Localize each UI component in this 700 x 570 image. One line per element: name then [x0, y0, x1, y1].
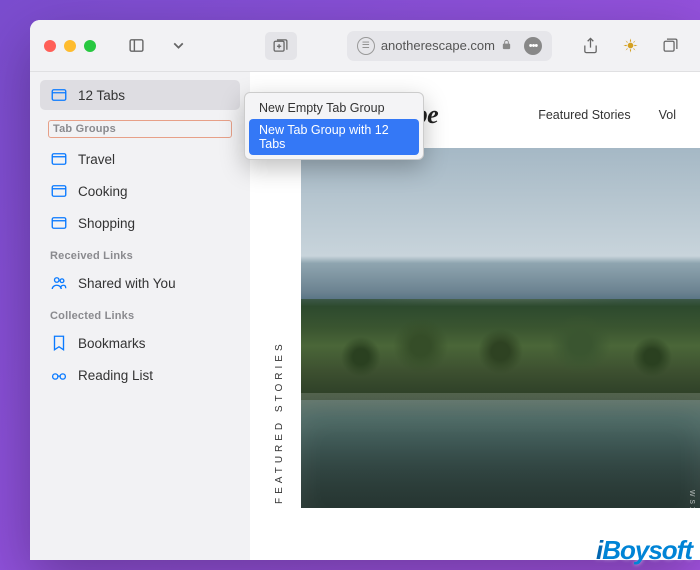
sidebar-section-received: Received Links	[40, 240, 240, 266]
window-icon	[50, 182, 68, 200]
people-icon	[50, 274, 68, 292]
sidebar-item-label: Cooking	[78, 184, 128, 199]
sidebar-item-label: Shopping	[78, 216, 135, 231]
nav-volumes[interactable]: Vol	[659, 108, 676, 122]
sidebar: 12 Tabs Tab Groups Travel Cooking Shoppi…	[30, 72, 250, 560]
sidebar-item-cooking[interactable]: Cooking	[40, 176, 240, 206]
sidebar-item-tabs[interactable]: 12 Tabs	[40, 80, 240, 110]
toolbar: ☰ anotherescape.com •••	[30, 20, 700, 72]
menu-new-empty-group[interactable]: New Empty Tab Group	[249, 97, 419, 119]
menu-new-group-with-tabs[interactable]: New Tab Group with 12 Tabs	[249, 119, 419, 155]
watermark: iBoysoft	[596, 535, 692, 566]
more-icon[interactable]: •••	[524, 37, 542, 55]
browser-window: ☰ anotherescape.com •••	[30, 20, 700, 560]
glasses-icon	[50, 366, 68, 384]
lock-icon	[501, 38, 512, 53]
tab-group-context-menu: New Empty Tab Group New Tab Group with 1…	[244, 92, 424, 160]
url-text: anotherescape.com	[381, 38, 495, 53]
window-icon	[50, 150, 68, 168]
new-tab-button[interactable]	[614, 32, 646, 60]
window-icon	[50, 214, 68, 232]
sidebar-item-label: Bookmarks	[78, 336, 146, 351]
chevron-down-icon[interactable]	[162, 32, 194, 60]
address-bar[interactable]: ☰ anotherescape.com •••	[347, 31, 552, 61]
sidebar-item-label: Shared with You	[78, 276, 176, 291]
maximize-window-button[interactable]	[84, 40, 96, 52]
sidebar-item-shared[interactable]: Shared with You	[40, 268, 240, 298]
bookmark-icon	[50, 334, 68, 352]
tabs-overview-button[interactable]	[654, 32, 686, 60]
traffic-lights	[44, 40, 96, 52]
sidebar-item-label: Travel	[78, 152, 115, 167]
hero-image[interactable]	[301, 148, 700, 508]
sidebar-toggle-button[interactable]	[120, 32, 152, 60]
sidebar-item-label: Reading List	[78, 368, 153, 383]
window-icon	[50, 86, 68, 104]
minimize-window-button[interactable]	[64, 40, 76, 52]
reader-mode-icon[interactable]: ☰	[357, 37, 375, 55]
sidebar-item-travel[interactable]: Travel	[40, 144, 240, 174]
share-button[interactable]	[574, 32, 606, 60]
sidebar-section-tab-groups: Tab Groups	[48, 120, 232, 138]
vertical-section-label: FEATURED STORIES	[274, 148, 285, 508]
sidebar-item-label: 12 Tabs	[78, 88, 125, 103]
close-window-button[interactable]	[44, 40, 56, 52]
nav-featured[interactable]: Featured Stories	[538, 108, 630, 122]
sidebar-item-reading-list[interactable]: Reading List	[40, 360, 240, 390]
sidebar-section-collected: Collected Links	[40, 300, 240, 326]
sidebar-item-shopping[interactable]: Shopping	[40, 208, 240, 238]
sidebar-item-bookmarks[interactable]: Bookmarks	[40, 328, 240, 358]
new-tab-group-button[interactable]	[265, 32, 297, 60]
